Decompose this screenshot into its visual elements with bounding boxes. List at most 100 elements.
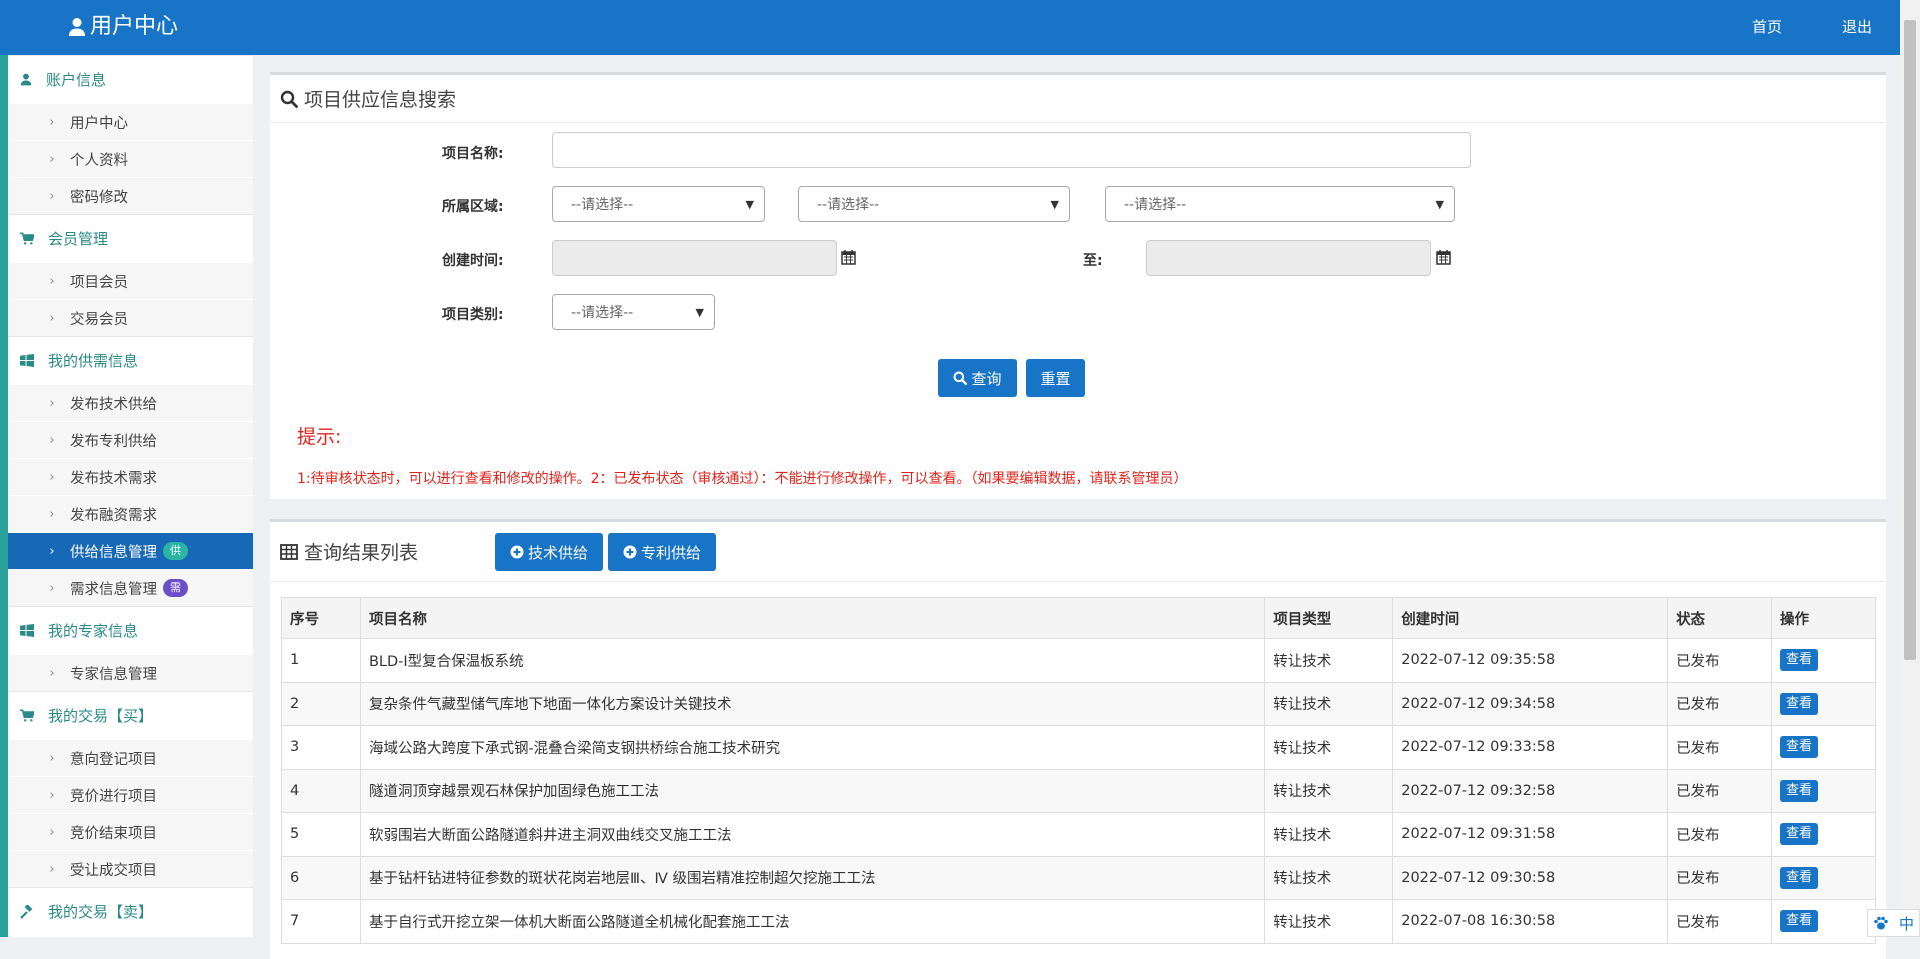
results-table: 序号 项目名称 项目类型 创建时间 状态 操作 1 BLD-I型复合保温板系统 转让… bbox=[281, 597, 1876, 944]
logout-link[interactable]: 退出 bbox=[1842, 16, 1872, 37]
table-cell: 4 bbox=[281, 768, 361, 813]
chevron-right-icon: › bbox=[49, 665, 55, 681]
sidebar-item[interactable]: › 发布融资需求 bbox=[8, 495, 253, 532]
start-date-input[interactable] bbox=[552, 240, 837, 276]
sidebar-item[interactable]: › 发布技术供给 bbox=[8, 384, 253, 421]
query-button[interactable]: 查询 bbox=[938, 359, 1017, 397]
sidebar-section[interactable]: 我的专家信息 bbox=[8, 606, 253, 654]
calendar-icon[interactable] bbox=[841, 250, 856, 265]
view-button[interactable]: 查看 bbox=[1780, 779, 1819, 802]
sidebar-item[interactable]: › 需求信息管理需 bbox=[8, 569, 253, 606]
sidebar-section-label: 我的专家信息 bbox=[48, 622, 139, 640]
view-button[interactable]: 查看 bbox=[1780, 736, 1819, 759]
patent-supply-button[interactable]: 专利供给 bbox=[608, 533, 716, 571]
sidebar-section[interactable]: 账户信息 bbox=[8, 55, 253, 103]
chevron-right-icon: › bbox=[49, 395, 55, 411]
table-cell: 2022-07-12 09:33:58 bbox=[1392, 725, 1669, 770]
column-header: 操作 bbox=[1771, 597, 1876, 639]
sidebar-section[interactable]: 我的供需信息 bbox=[8, 336, 253, 384]
sidebar-item-label: 发布技术需求 bbox=[70, 470, 157, 487]
view-button[interactable]: 查看 bbox=[1780, 692, 1819, 715]
search-icon bbox=[280, 90, 298, 108]
sidebar-item-label: 受让成交项目 bbox=[70, 862, 157, 879]
sidebar-item[interactable]: › 受让成交项目 bbox=[8, 850, 253, 887]
sidebar-item[interactable]: › 专家信息管理 bbox=[8, 654, 253, 691]
end-date-input[interactable] bbox=[1146, 240, 1431, 276]
chevron-right-icon: › bbox=[49, 310, 55, 326]
view-button[interactable]: 查看 bbox=[1780, 649, 1819, 672]
table-cell: 2022-07-12 09:35:58 bbox=[1392, 638, 1669, 683]
calendar-icon[interactable] bbox=[1436, 250, 1451, 265]
sidebar-item[interactable]: › 竞价进行项目 bbox=[8, 776, 253, 813]
chevron-down-icon: ▼ bbox=[695, 305, 704, 319]
sidebar-item[interactable]: › 个人资料 bbox=[8, 140, 253, 177]
ime-indicator[interactable]: 中 bbox=[1867, 909, 1920, 937]
tip-text: 1:待审核状态时，可以进行查看和修改的操作。2：已发布状态（审核通过）：不能进行… bbox=[297, 471, 1188, 487]
table-cell: 查看 bbox=[1771, 768, 1876, 813]
chevron-down-icon: ▼ bbox=[1435, 197, 1444, 211]
search-icon bbox=[954, 371, 968, 385]
table-cell: 隧道洞顶穿越景观石林保护加固绿色施工工法 bbox=[359, 768, 1266, 813]
to-label: 至: bbox=[1083, 253, 1103, 269]
sidebar-item[interactable]: › 发布技术需求 bbox=[8, 458, 253, 495]
chevron-right-icon: › bbox=[49, 506, 55, 522]
project-name-input[interactable] bbox=[552, 132, 1471, 168]
search-panel: 项目供应信息搜索 项目名称: 所属区域: --请选择-- ▼ --请选择-- ▼ -… bbox=[270, 72, 1886, 499]
user-icon bbox=[20, 73, 46, 86]
project-name-label: 项目名称: bbox=[442, 146, 504, 162]
chevron-right-icon: › bbox=[49, 114, 55, 130]
table-cell: 查看 bbox=[1771, 681, 1876, 726]
city-select[interactable]: --请选择-- ▼ bbox=[798, 186, 1070, 222]
sidebar-item-badge: 供 bbox=[163, 542, 188, 560]
table-cell: 2022-07-12 09:30:58 bbox=[1392, 855, 1669, 900]
sidebar-item[interactable]: › 意向登记项目 bbox=[8, 739, 253, 776]
gavel-icon bbox=[20, 904, 48, 919]
sidebar-item[interactable]: › 竞价结束项目 bbox=[8, 813, 253, 850]
table-row: 2 复杂条件气藏型储气库地下地面一体化方案设计关键技术 转让技术 2022-07-12… bbox=[281, 681, 1876, 726]
brand[interactable]: 用户中心 bbox=[68, 12, 178, 42]
sidebar-section-label: 账户信息 bbox=[46, 71, 107, 89]
table-cell: 2022-07-12 09:31:58 bbox=[1392, 812, 1669, 857]
sidebar-section[interactable]: 我的交易【买】 bbox=[8, 691, 253, 739]
chevron-right-icon: › bbox=[49, 432, 55, 448]
user-icon bbox=[69, 18, 85, 36]
table-cell: 查看 bbox=[1771, 855, 1876, 900]
sidebar-item-badge: 需 bbox=[163, 579, 188, 597]
province-select[interactable]: --请选择-- ▼ bbox=[552, 186, 765, 222]
district-select[interactable]: --请选择-- ▼ bbox=[1105, 186, 1455, 222]
view-button[interactable]: 查看 bbox=[1780, 866, 1819, 889]
home-link[interactable]: 首页 bbox=[1752, 16, 1782, 37]
category-select[interactable]: --请选择-- ▼ bbox=[552, 294, 715, 330]
sidebar-item[interactable]: › 供给信息管理供 bbox=[8, 532, 253, 569]
table-header-row: 序号 项目名称 项目类型 创建时间 状态 操作 bbox=[281, 597, 1876, 639]
chevron-right-icon: › bbox=[49, 787, 55, 803]
column-header: 项目名称 bbox=[359, 597, 1266, 639]
search-panel-title: 项目供应信息搜索 bbox=[270, 75, 1886, 123]
brand-title: 用户中心 bbox=[90, 14, 179, 39]
sidebar-item[interactable]: › 项目会员 bbox=[8, 262, 253, 299]
reset-button[interactable]: 重置 bbox=[1026, 359, 1085, 397]
table-cell: 2022-07-12 09:32:58 bbox=[1392, 768, 1669, 813]
column-header: 创建时间 bbox=[1392, 597, 1669, 639]
sidebar-item[interactable]: › 发布专利供给 bbox=[8, 421, 253, 458]
table-cell: 2022-07-12 09:34:58 bbox=[1392, 681, 1669, 726]
sidebar-item[interactable]: › 密码修改 bbox=[8, 177, 253, 214]
sidebar-item-label: 发布融资需求 bbox=[70, 507, 157, 524]
scrollbar-thumb[interactable] bbox=[1904, 20, 1916, 660]
windows-icon bbox=[20, 354, 48, 367]
sidebar-item[interactable]: › 用户中心 bbox=[8, 103, 253, 140]
tech-supply-button[interactable]: 技术供给 bbox=[495, 533, 603, 571]
page-scrollbar[interactable] bbox=[1900, 0, 1920, 937]
sidebar-section[interactable]: 会员管理 bbox=[8, 214, 253, 262]
view-button[interactable]: 查看 bbox=[1780, 910, 1819, 933]
top-header: 用户中心 首页 退出 bbox=[0, 0, 1920, 55]
region-label: 所属区域: bbox=[442, 199, 504, 215]
chevron-right-icon: › bbox=[49, 543, 55, 559]
sidebar-item-label: 供给信息管理 bbox=[70, 544, 157, 561]
sidebar-section-label: 我的交易【卖】 bbox=[48, 903, 154, 921]
table-cell: 2022-07-08 16:30:58 bbox=[1392, 899, 1669, 944]
sidebar-item[interactable]: › 交易会员 bbox=[8, 299, 253, 336]
create-time-label: 创建时间: bbox=[442, 253, 504, 269]
view-button[interactable]: 查看 bbox=[1780, 823, 1819, 846]
sidebar-section[interactable]: 我的交易【卖】 bbox=[8, 887, 253, 935]
